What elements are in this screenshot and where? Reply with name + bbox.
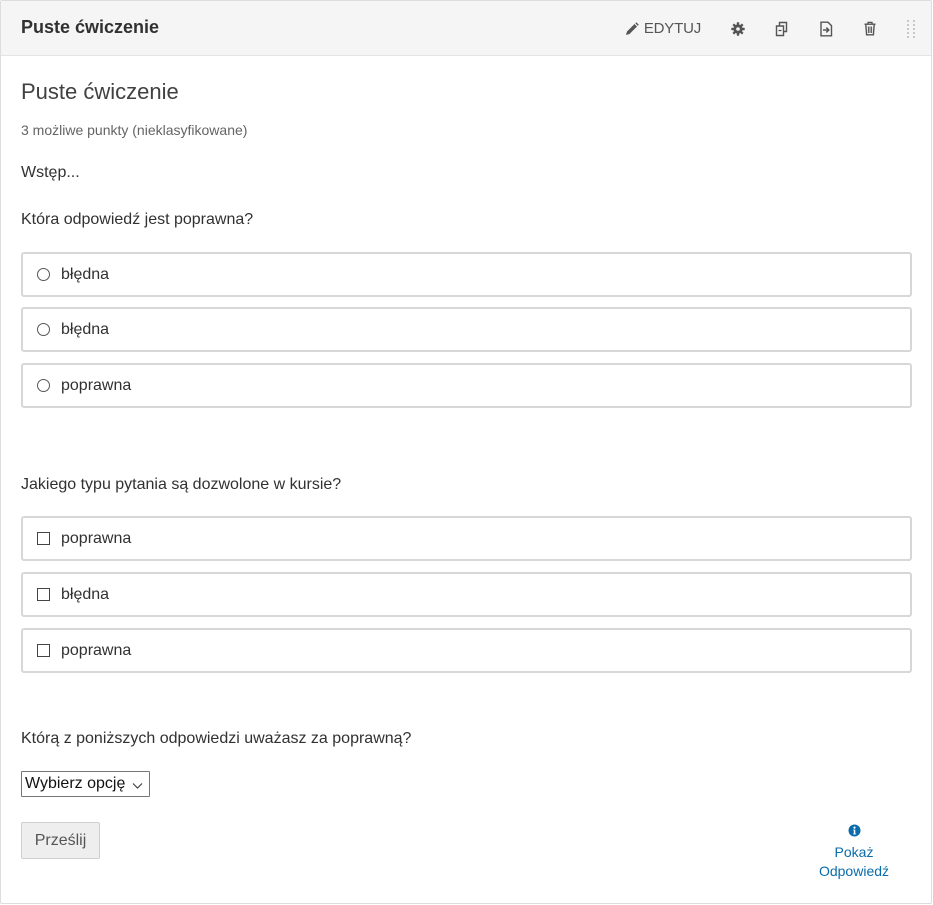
- radio-option[interactable]: błędna: [21, 252, 912, 297]
- trash-icon: [863, 21, 877, 36]
- move-icon: [818, 21, 834, 37]
- move-button[interactable]: [817, 20, 835, 38]
- problem-block: Puste ćwiczenie EDYTUJ Puste ćwiczenie 3…: [0, 0, 932, 904]
- drag-handle-icon[interactable]: [905, 16, 917, 42]
- show-answer-button[interactable]: Pokaż Odpowiedź: [806, 823, 902, 881]
- option-label: błędna: [61, 320, 110, 338]
- option-label: poprawna: [61, 376, 132, 394]
- checkbox-option[interactable]: błędna: [21, 572, 912, 617]
- block-header: Puste ćwiczenie EDYTUJ: [1, 1, 931, 56]
- intro-text: Wstęp...: [21, 164, 80, 181]
- option-label: poprawna: [61, 529, 132, 547]
- question-1-label: Która odpowiedź jest poprawna?: [21, 211, 254, 228]
- radio-button[interactable]: [37, 268, 50, 281]
- duplicate-icon: [774, 21, 790, 37]
- radio-option[interactable]: błędna: [21, 307, 912, 352]
- pencil-icon: [625, 21, 639, 36]
- info-icon: [848, 823, 861, 842]
- show-answer-label-1: Pokaż: [834, 844, 874, 860]
- header-actions: EDYTUJ: [625, 1, 931, 56]
- submit-button[interactable]: Prześlij: [21, 822, 100, 859]
- problem-title: Puste ćwiczenie: [21, 79, 179, 104]
- question-2-label: Jakiego typu pytania są dozwolone w kurs…: [21, 476, 342, 493]
- radio-option[interactable]: poprawna: [21, 363, 912, 408]
- option-label: poprawna: [61, 641, 132, 659]
- settings-button[interactable]: [729, 20, 747, 38]
- duplicate-button[interactable]: [773, 20, 791, 38]
- radio-button[interactable]: [37, 323, 50, 336]
- points-info: 3 możliwe punkty (nieklasyfikowane): [21, 122, 248, 138]
- answer-dropdown[interactable]: Wybierz opcję: [21, 771, 150, 797]
- checkbox-option[interactable]: poprawna: [21, 628, 912, 673]
- checkbox[interactable]: [37, 588, 50, 601]
- delete-button[interactable]: [861, 20, 879, 38]
- gear-icon: [731, 21, 745, 36]
- radio-button[interactable]: [37, 379, 50, 392]
- checkbox[interactable]: [37, 532, 50, 545]
- block-title: Puste ćwiczenie: [21, 17, 160, 37]
- edit-label: EDYTUJ: [643, 20, 701, 37]
- dropdown-value: Wybierz opcję: [25, 775, 126, 792]
- option-label: błędna: [61, 265, 110, 283]
- checkbox[interactable]: [37, 644, 50, 657]
- edit-button[interactable]: EDYTUJ: [625, 20, 701, 37]
- chevron-down-icon: [132, 778, 143, 796]
- checkbox-option[interactable]: poprawna: [21, 516, 912, 561]
- question-3-label: Którą z poniższych odpowiedzi uważasz za…: [21, 730, 412, 747]
- option-label: błędna: [61, 585, 110, 603]
- show-answer-label-2: Odpowiedź: [818, 863, 890, 879]
